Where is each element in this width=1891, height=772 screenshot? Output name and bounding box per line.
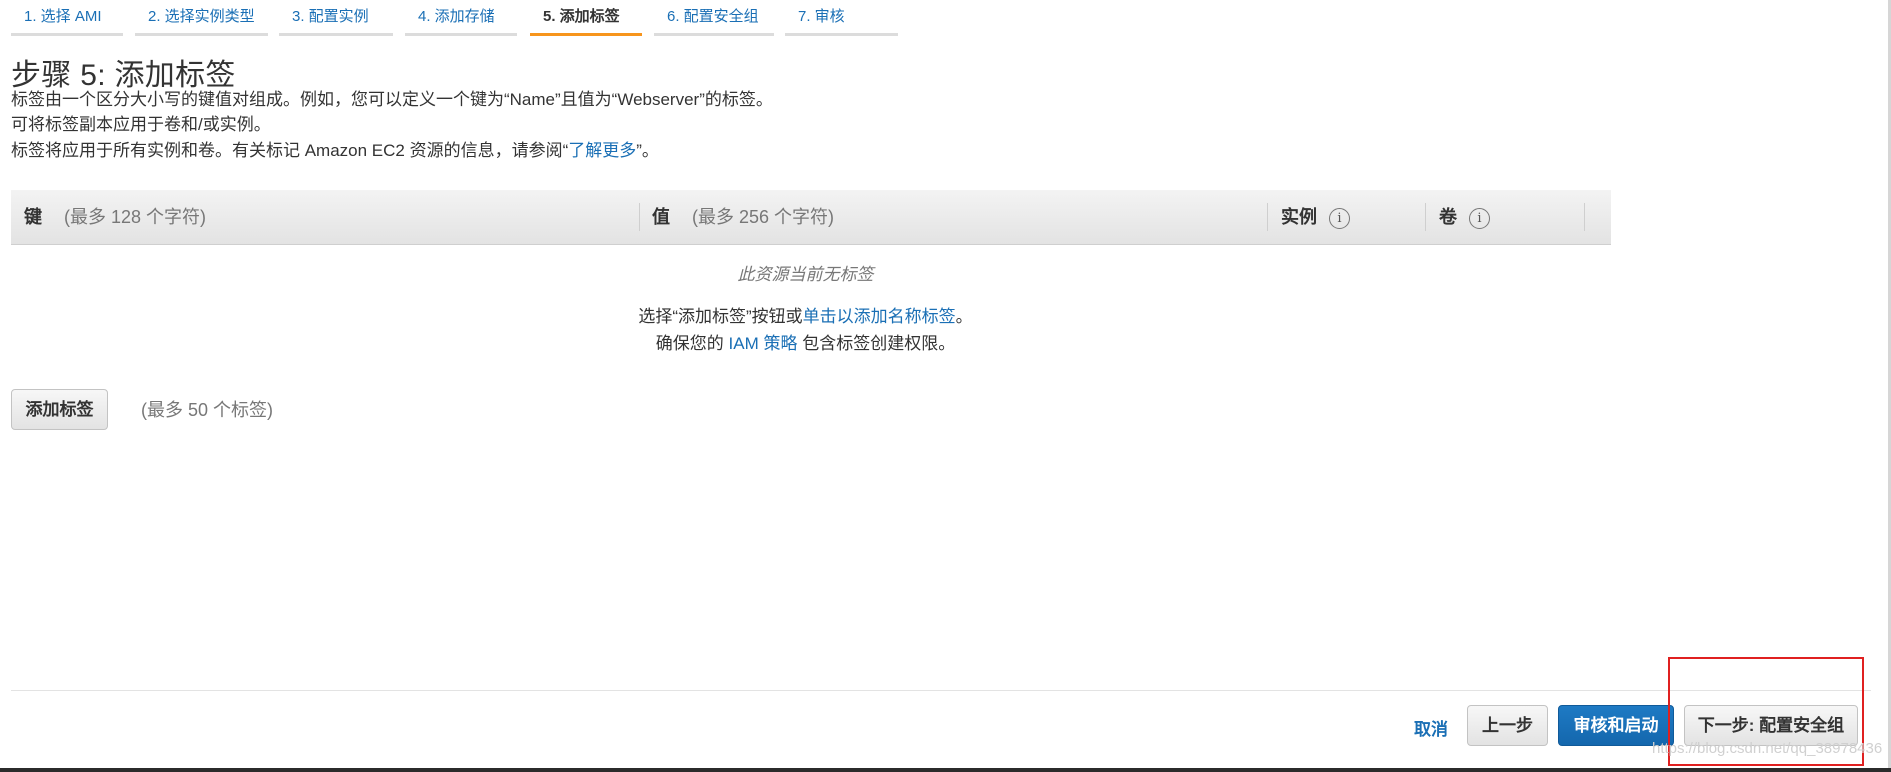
wizard-step-2[interactable]: 2. 选择实例类型 <box>135 6 268 36</box>
window-bottom-edge <box>0 768 1891 772</box>
learn-more-link[interactable]: 了解更多 <box>568 141 636 160</box>
wizard-step-6[interactable]: 6. 配置安全组 <box>654 6 774 36</box>
wizard-step-5[interactable]: 5. 添加标签 <box>530 6 642 36</box>
column-value-label: 值 <box>652 207 670 227</box>
wizard-step-7[interactable]: 7. 审核 <box>785 6 898 36</box>
instruction-prefix: 选择“添加标签”按钮或 <box>638 307 803 326</box>
page-title: 步骤 5: 添加标签 <box>11 59 236 92</box>
cancel-button[interactable]: 取消 <box>1414 715 1448 740</box>
watermark: https://blog.csdn.net/qq_38978436 <box>1652 740 1883 757</box>
column-key-hint: (最多 128 个字符) <box>64 207 207 227</box>
column-volumes: 卷i <box>1439 190 1490 244</box>
description-line-3-prefix: 标签将应用于所有实例和卷。有关标记 Amazon EC2 资源的信息，请参阅“ <box>11 141 569 160</box>
previous-button[interactable]: 上一步 <box>1467 705 1548 746</box>
wizard-step-4[interactable]: 4. 添加存储 <box>405 6 517 36</box>
column-divider <box>1425 203 1426 231</box>
column-instances-label: 实例 <box>1281 207 1317 227</box>
column-divider <box>639 203 640 231</box>
empty-state-text: 此资源当前无标签 <box>737 265 874 284</box>
column-value-hint: (最多 256 个字符) <box>692 207 835 227</box>
info-icon[interactable]: i <box>1329 207 1350 229</box>
add-name-tag-link[interactable]: 单击以添加名称标签 <box>803 307 956 326</box>
add-tag-button[interactable]: 添加标签 <box>11 389 108 430</box>
wizard-step-1[interactable]: 1. 选择 AMI <box>11 6 123 36</box>
description-line-1: 标签由一个区分大小写的键值对组成。例如，您可以定义一个键为“Name”且值为“W… <box>11 90 773 109</box>
wizard-nav: 1. 选择 AMI 2. 选择实例类型 3. 配置实例 4. 添加存储 5. 添… <box>0 0 920 38</box>
column-value: 值 (最多 256 个字符) <box>652 190 834 244</box>
iam-note-suffix: 包含标签创建权限。 <box>802 334 956 353</box>
instruction-suffix: 。 <box>955 307 973 326</box>
column-key: 键 (最多 128 个字符) <box>24 190 206 244</box>
max-tags-hint: (最多 50 个标签) <box>141 400 274 420</box>
iam-policy-note: 确保您的 IAM 策略 包含标签创建权限。 <box>0 329 1611 354</box>
column-divider <box>1267 203 1268 231</box>
wizard-step-3[interactable]: 3. 配置实例 <box>279 6 393 36</box>
column-divider <box>1584 203 1585 231</box>
description-line-2: 可将标签副本应用于卷和/或实例。 <box>11 115 271 134</box>
tag-table-header: 键 (最多 128 个字符) 值 (最多 256 个字符) 实例 i 卷i <box>11 190 1611 245</box>
empty-state-instruction: 选择“添加标签”按钮或单击以添加名称标签。 <box>0 302 1611 327</box>
column-instances: 实例 i <box>1281 190 1350 244</box>
description-line-3: 标签将应用于所有实例和卷。有关标记 Amazon EC2 资源的信息，请参阅“了… <box>11 140 659 162</box>
info-icon[interactable]: i <box>1469 207 1490 229</box>
footer-divider <box>11 690 1871 691</box>
description-line-3-suffix: ”。 <box>636 141 659 160</box>
iam-note-prefix: 确保您的 <box>655 334 724 353</box>
column-volumes-label: 卷 <box>1439 207 1457 227</box>
iam-policy-link[interactable]: IAM 策略 <box>729 334 798 353</box>
column-key-label: 键 <box>24 207 42 227</box>
